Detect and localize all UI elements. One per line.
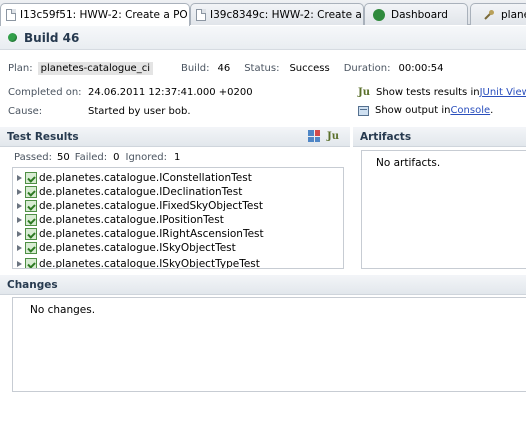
plan-value: planetes-catalogue_ci bbox=[37, 62, 153, 75]
test-class-name: de.planetes.catalogue.ISkyObjectTypeTest bbox=[39, 257, 260, 269]
show-output-text: Show output in bbox=[375, 105, 451, 116]
test-tree-item[interactable]: de.planetes.catalogue.IDeclinationTest bbox=[17, 185, 242, 198]
changes-title: Changes bbox=[7, 278, 58, 291]
console-icon bbox=[358, 105, 369, 116]
test-results-title: Test Results bbox=[7, 130, 79, 143]
test-tree-item[interactable]: de.planetes.catalogue.IRightAscensionTes… bbox=[17, 227, 264, 240]
show-tests-text: Show tests results in bbox=[376, 87, 480, 98]
expand-arrow-icon[interactable] bbox=[17, 260, 22, 267]
test-results-header: Test Results Ju bbox=[0, 127, 350, 147]
passed-count: 50 bbox=[57, 152, 70, 163]
no-artifacts-text: No artifacts. bbox=[376, 157, 441, 169]
test-suite-passed-icon bbox=[25, 257, 37, 268]
test-class-name: de.planetes.catalogue.IPositionTest bbox=[39, 213, 224, 226]
passed-label: Passed: bbox=[14, 152, 52, 163]
expand-arrow-icon[interactable] bbox=[17, 188, 22, 195]
artifacts-header: Artifacts bbox=[353, 127, 526, 147]
cause-row: Cause: Started by user bob. bbox=[8, 106, 191, 117]
duration-value: 00:00:54 bbox=[398, 63, 444, 74]
cause-value: Started by user bob. bbox=[88, 106, 191, 117]
test-suite-passed-icon bbox=[25, 227, 37, 240]
changes-header: Changes bbox=[0, 275, 526, 295]
build-header: Build 46 bbox=[0, 26, 526, 50]
junit-icon[interactable]: Ju bbox=[327, 131, 339, 142]
completed-value: 24.06.2011 12:37:41.000 +0200 bbox=[88, 87, 253, 98]
test-results-layout-icon[interactable] bbox=[308, 130, 320, 142]
duration-label: Duration: bbox=[343, 63, 391, 74]
failed-label: Failed: bbox=[74, 152, 108, 163]
page-icon bbox=[196, 8, 206, 21]
test-suite-passed-icon bbox=[25, 241, 37, 254]
expand-arrow-icon[interactable] bbox=[17, 202, 22, 209]
expand-arrow-icon[interactable] bbox=[17, 216, 22, 223]
tab-build-i39c8349c[interactable]: I39c8349c: HWW-2: Create a PO bbox=[190, 3, 364, 25]
tab-plane[interactable]: plane bbox=[470, 3, 526, 25]
test-suite-passed-icon bbox=[25, 199, 37, 212]
test-class-name: de.planetes.catalogue.IDeclinationTest bbox=[39, 185, 243, 198]
test-class-name: de.planetes.catalogue.IFixedSkyObjectTes… bbox=[39, 199, 263, 212]
test-class-name: de.planetes.catalogue.IConstellationTest bbox=[39, 171, 252, 184]
tab-build-i13c59f51[interactable]: I13c59f51: HWW-2: Create a PO ⊠ bbox=[0, 3, 190, 26]
completed-label: Completed on: bbox=[8, 87, 82, 98]
success-status-icon bbox=[8, 33, 17, 42]
artifacts-panel: No artifacts. bbox=[361, 150, 526, 269]
show-output-suffix: . bbox=[490, 105, 494, 116]
tab-label: I39c8349c: HWW-2: Create a PO bbox=[210, 8, 364, 21]
expand-arrow-icon[interactable] bbox=[17, 174, 22, 181]
page-title: Build 46 bbox=[24, 30, 80, 45]
test-tree-item[interactable]: de.planetes.catalogue.ISkyObjectTypeTest bbox=[17, 257, 260, 269]
completed-row: Completed on: 24.06.2011 12:37:41.000 +0… bbox=[8, 87, 253, 98]
artifacts-title: Artifacts bbox=[360, 130, 412, 143]
status-label: Status: bbox=[244, 63, 280, 74]
editor-tab-bar: I13c59f51: HWW-2: Create a PO ⊠ I39c8349… bbox=[0, 0, 526, 26]
test-counts-row: Passed: 50 Failed: 0 Ignored: 1 bbox=[14, 152, 180, 163]
tab-dashboard[interactable]: Dashboard bbox=[364, 3, 468, 25]
console-link[interactable]: Console bbox=[450, 105, 490, 116]
test-class-name: de.planetes.catalogue.ISkyObjectTest bbox=[39, 241, 236, 254]
build-summary-row: Plan: planetes-catalogue_ci Build: 46 St… bbox=[8, 62, 443, 75]
ignored-count: 1 bbox=[174, 152, 181, 163]
tab-label: Dashboard bbox=[391, 8, 448, 21]
expand-arrow-icon[interactable] bbox=[17, 230, 22, 237]
test-tree-item[interactable]: de.planetes.catalogue.ISkyObjectTest bbox=[17, 241, 236, 254]
test-tree-item[interactable]: de.planetes.catalogue.IFixedSkyObjectTes… bbox=[17, 199, 263, 212]
changes-panel: No changes. bbox=[12, 297, 526, 392]
show-output-row: Show output in Console . bbox=[358, 105, 493, 116]
test-suite-passed-icon bbox=[25, 213, 37, 226]
build-number: 46 bbox=[217, 63, 231, 74]
expand-arrow-icon[interactable] bbox=[17, 244, 22, 251]
junit-icon: Ju bbox=[358, 87, 371, 98]
cause-label: Cause: bbox=[8, 106, 43, 117]
show-tests-row: Ju Show tests results in JUnit View . bbox=[358, 87, 526, 98]
test-results-tree[interactable]: de.planetes.catalogue.IConstellationTest… bbox=[12, 167, 344, 269]
test-class-name: de.planetes.catalogue.IRightAscensionTes… bbox=[39, 227, 264, 240]
ignored-label: Ignored: bbox=[125, 152, 168, 163]
tab-label: plane bbox=[501, 8, 526, 21]
status-value: Success bbox=[289, 63, 330, 74]
wrench-icon bbox=[484, 9, 494, 20]
no-changes-text: No changes. bbox=[30, 304, 96, 316]
failed-count: 0 bbox=[113, 152, 120, 163]
test-suite-passed-icon bbox=[25, 171, 37, 184]
test-tree-item[interactable]: de.planetes.catalogue.IConstellationTest bbox=[17, 171, 252, 184]
test-suite-passed-icon bbox=[25, 185, 37, 198]
tab-label: I13c59f51: HWW-2: Create a PO bbox=[20, 9, 188, 21]
junit-view-link[interactable]: JUnit View bbox=[480, 87, 526, 98]
plan-label: Plan: bbox=[8, 63, 33, 74]
dashboard-icon bbox=[373, 8, 385, 21]
page-icon bbox=[6, 9, 16, 21]
build-label: Build: bbox=[180, 63, 210, 74]
test-tree-item[interactable]: de.planetes.catalogue.IPositionTest bbox=[17, 213, 224, 226]
